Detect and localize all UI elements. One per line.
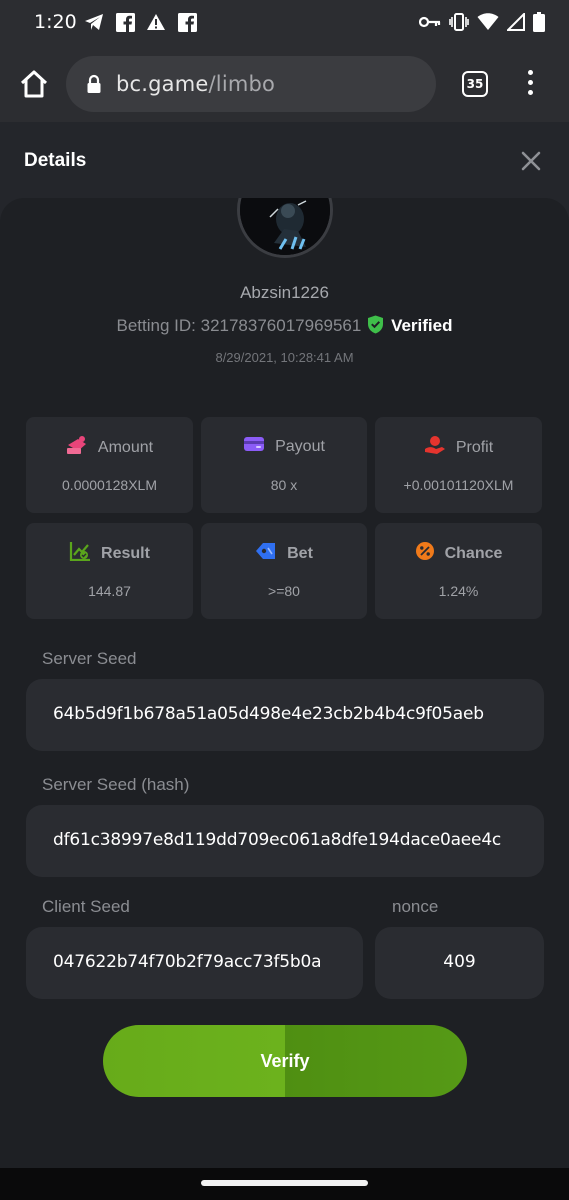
stat-label-profit: Profit — [455, 438, 494, 456]
stat-value-result: 144.87 — [88, 583, 131, 599]
lock-icon — [86, 74, 102, 99]
server-seed-value: 64b5d9f1b678a51a05d498e4e23cb2b4b4c9f05a… — [53, 704, 484, 724]
result-icon — [69, 541, 91, 566]
notification-icons — [84, 12, 197, 32]
details-header: Details — [0, 122, 569, 198]
payout-icon — [243, 435, 265, 458]
bet-details-panel: Abzsin1226 Betting ID: 32178376017969561… — [0, 198, 569, 1168]
verify-button[interactable]: Verify — [103, 1025, 467, 1097]
stat-value-profit: +0.00101120XLM — [403, 477, 514, 493]
facebook-icon — [177, 12, 197, 32]
stat-value-bet: >=80 — [268, 583, 300, 599]
tab-switcher-button[interactable]: 35 — [462, 71, 488, 97]
server-seed-hash-label: Server Seed (hash) — [42, 775, 190, 794]
url-text: bc.game/limbo — [116, 72, 275, 96]
stat-value-payout: 80 x — [270, 477, 298, 493]
signal-icon — [505, 11, 525, 36]
wifi-icon — [477, 13, 499, 36]
url-domain: bc.game — [116, 72, 209, 96]
bet-icon — [255, 541, 277, 566]
stat-card-profit: Profit +0.00101120XLM — [375, 417, 542, 513]
system-nav-bar — [0, 1168, 569, 1200]
server-seed-field[interactable]: 64b5d9f1b678a51a05d498e4e23cb2b4b4c9f05a… — [26, 679, 544, 751]
client-seed-label: Client Seed — [42, 897, 130, 916]
close-button[interactable] — [518, 148, 544, 174]
betting-id-label: Betting ID: — [116, 316, 196, 335]
stat-label-amount: Amount — [97, 438, 154, 456]
stat-card-bet: Bet >=80 — [201, 523, 367, 619]
stat-card-payout: Payout 80 x — [201, 417, 367, 513]
avatar — [237, 198, 333, 258]
home-gesture-pill[interactable] — [201, 1180, 368, 1186]
amount-icon — [66, 435, 88, 460]
nonce-label: nonce — [392, 897, 439, 916]
details-title: Details — [24, 150, 87, 171]
url-path: /limbo — [208, 72, 276, 96]
server-seed-hash-value: df61c38997e8d119dd709ec061a8dfe194dace0a… — [53, 830, 502, 850]
server-seed-label: Server Seed — [42, 649, 137, 668]
browser-toolbar: bc.game/limbo 35 — [0, 44, 569, 122]
status-bar: 1:20 — [0, 0, 569, 44]
address-bar[interactable]: bc.game/limbo — [66, 56, 436, 112]
bet-datetime: 8/29/2021, 10:28:41 AM — [215, 350, 354, 365]
client-seed-value: 047622b74f70b2f79acc73f5b0a — [53, 952, 322, 972]
client-seed-field[interactable]: 047622b74f70b2f79acc73f5b0a — [26, 927, 363, 999]
stat-card-result: Result 144.87 — [26, 523, 193, 619]
betting-id: 32178376017969561 — [200, 316, 362, 335]
stat-value-amount: 0.0000128XLM — [62, 477, 157, 493]
profit-icon — [424, 435, 446, 460]
server-seed-hash-field[interactable]: df61c38997e8d119dd709ec061a8dfe194dace0a… — [26, 805, 544, 877]
key-icon — [418, 15, 441, 34]
username: Abzsin1226 — [240, 283, 329, 302]
warning-icon — [146, 12, 166, 32]
stats-grid: Amount 0.0000128XLM Payout 80 x Profit +… — [26, 417, 544, 619]
vibrate-icon — [449, 13, 469, 36]
home-button[interactable] — [14, 66, 54, 102]
status-time: 1:20 — [34, 11, 77, 33]
stat-label-bet: Bet — [287, 544, 313, 562]
home-icon — [20, 70, 48, 98]
system-icons — [418, 11, 545, 37]
verified-label: Verified — [391, 316, 453, 335]
browser-menu-button[interactable] — [520, 70, 540, 100]
chance-icon — [415, 541, 435, 566]
stat-value-chance: 1.24% — [438, 583, 479, 599]
stat-card-chance: Chance 1.24% — [375, 523, 542, 619]
nonce-value: 409 — [443, 952, 476, 972]
battery-icon — [533, 12, 545, 37]
facebook-icon — [115, 12, 135, 32]
stat-label-chance: Chance — [444, 544, 503, 562]
betting-id-row: Betting ID: 32178376017969561 Verified — [0, 315, 569, 339]
stat-label-result: Result — [101, 544, 150, 562]
stat-label-payout: Payout — [275, 437, 325, 455]
telegram-icon — [84, 12, 104, 32]
nonce-field[interactable]: 409 — [375, 927, 544, 999]
verified-shield-icon — [367, 315, 384, 339]
stat-card-amount: Amount 0.0000128XLM — [26, 417, 193, 513]
close-icon — [521, 151, 541, 171]
